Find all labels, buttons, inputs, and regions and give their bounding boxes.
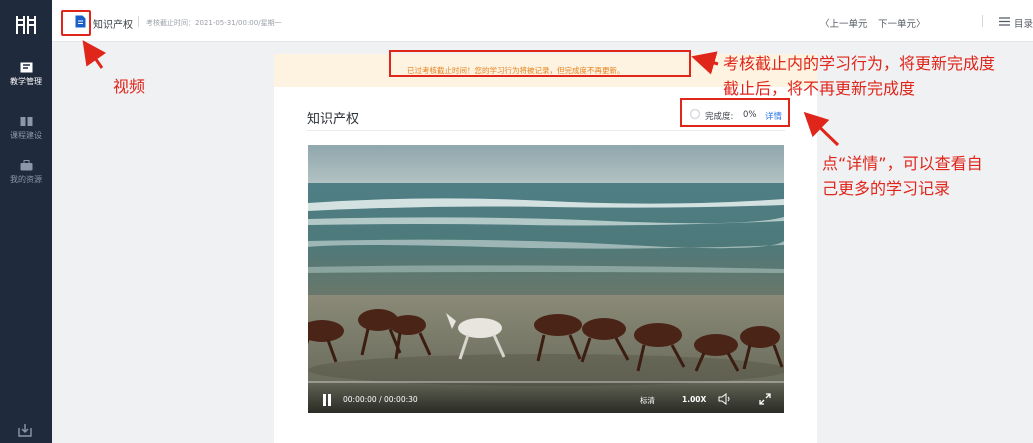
arrow-to-video-icon [82,40,107,69]
arrow-to-notice [691,51,719,75]
arrow-to-details [803,111,840,147]
annotation-arrows [82,40,840,147]
